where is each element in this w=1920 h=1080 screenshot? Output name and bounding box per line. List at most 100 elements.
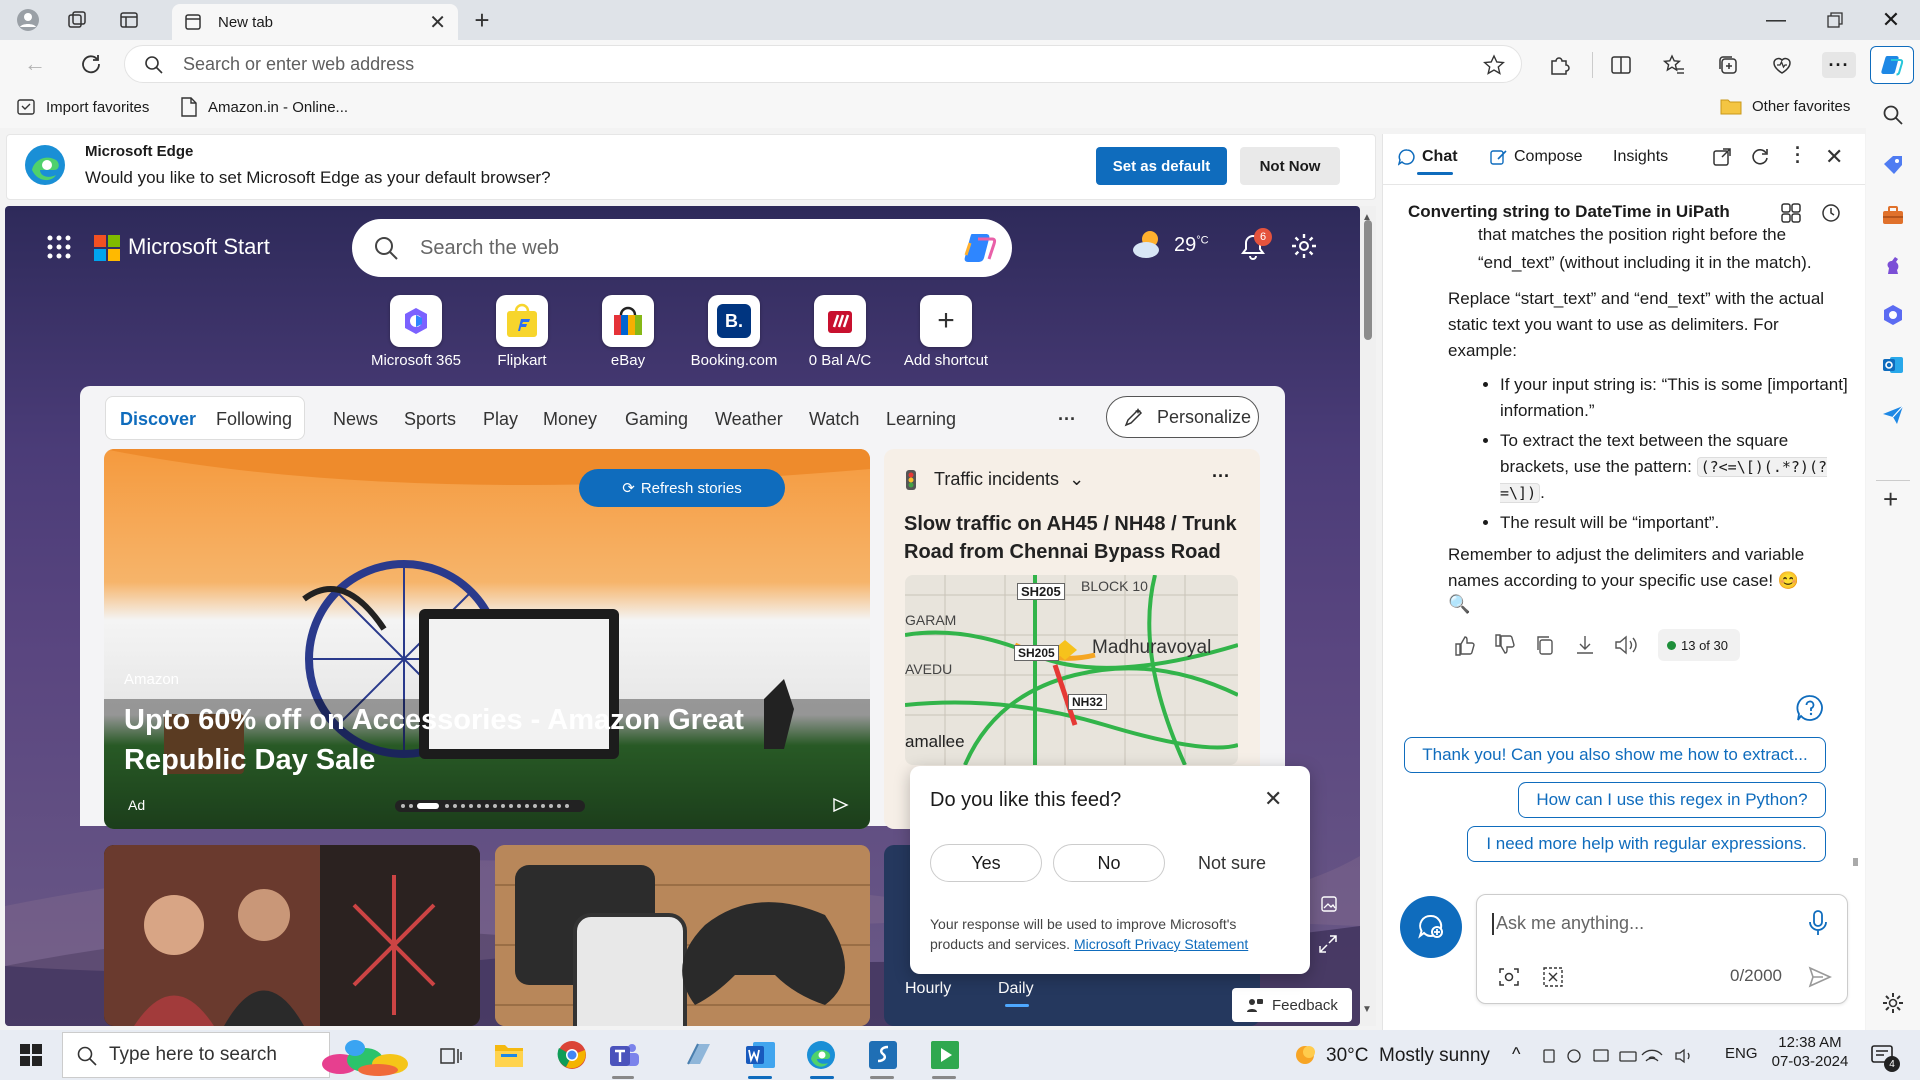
taskbar-search-input[interactable]: Type here to search	[109, 1044, 277, 1066]
weather-cloud-sun-icon[interactable]	[1130, 228, 1166, 260]
suggestion-chip[interactable]: How can I use this regex in Python?	[1518, 782, 1826, 818]
games-chess-icon[interactable]	[1882, 254, 1904, 276]
word-icon[interactable]	[745, 1040, 777, 1070]
personalize-button[interactable]: Personalize	[1106, 396, 1259, 438]
profile-icon[interactable]	[14, 6, 42, 34]
tab-sports[interactable]: Sports	[404, 409, 456, 430]
task-view-icon[interactable]	[440, 1046, 462, 1066]
other-favorites-folder[interactable]: Other favorites	[1720, 97, 1850, 115]
shortcut-0-bal-ac[interactable]	[814, 295, 866, 347]
add-sidebar-app-icon[interactable]: +	[1883, 484, 1898, 515]
favorite-star-icon[interactable]	[1481, 52, 1507, 78]
chrome-icon[interactable]	[557, 1040, 587, 1070]
weather-tab-hourly[interactable]: Hourly	[905, 980, 951, 998]
tab-compose[interactable]: Compose	[1490, 148, 1582, 166]
privacy-statement-link[interactable]: Microsoft Privacy Statement	[1074, 936, 1248, 952]
feed-not-sure-button[interactable]: Not sure	[1176, 844, 1288, 882]
image-icon[interactable]	[1320, 895, 1338, 913]
thumbs-down-icon[interactable]	[1494, 634, 1516, 656]
collections-icon[interactable]	[1714, 52, 1742, 78]
shortcut-ebay[interactable]	[602, 295, 654, 347]
media-player-icon[interactable]	[930, 1040, 960, 1070]
shortcut-flipkart[interactable]	[496, 295, 548, 347]
shopping-tag-icon[interactable]	[1882, 154, 1904, 176]
teams-icon[interactable]	[608, 1040, 640, 1070]
tab-insights[interactable]: Insights	[1613, 148, 1668, 166]
carousel-dots[interactable]	[395, 800, 585, 812]
download-icon[interactable]	[1574, 634, 1596, 656]
weather-sun-icon[interactable]	[1292, 1043, 1318, 1067]
not-now-button[interactable]: Not Now	[1240, 147, 1340, 185]
tab-chat[interactable]: Chat	[1398, 148, 1458, 166]
tools-toolbox-icon[interactable]	[1882, 204, 1904, 226]
traffic-more-button[interactable]: ···	[1212, 466, 1230, 487]
ad-choices-icon[interactable]	[832, 797, 850, 813]
taskbar-weather[interactable]: 30°C Mostly sunny	[1326, 1045, 1490, 1067]
tab-weather[interactable]: Weather	[715, 409, 783, 430]
taskbar-search-box[interactable]: Type here to search	[62, 1032, 330, 1078]
page-scrollbar-thumb[interactable]	[1364, 220, 1372, 340]
refresh-stories-button[interactable]: ⟳ Refresh stories	[579, 469, 785, 507]
open-in-new-tab-icon[interactable]	[1712, 147, 1732, 167]
app-launcher-icon[interactable]	[46, 234, 72, 260]
feedback-button[interactable]: Feedback	[1232, 988, 1352, 1022]
screenshot-icon[interactable]	[1542, 966, 1564, 988]
chat-input[interactable]: Ask me anything...	[1496, 913, 1644, 934]
tab-play[interactable]: Play	[483, 409, 518, 430]
tab-money[interactable]: Money	[543, 409, 597, 430]
show-hidden-icons-chevron-icon[interactable]: ^	[1512, 1044, 1520, 1065]
send-icon[interactable]	[1808, 965, 1832, 989]
copy-icon[interactable]	[1534, 634, 1556, 656]
import-favorites-link[interactable]: Import favorites	[16, 97, 149, 117]
close-tab-icon[interactable]: ✕	[429, 10, 446, 35]
address-input[interactable]: Search or enter web address	[183, 54, 414, 75]
feed-no-button[interactable]: No	[1053, 844, 1165, 882]
image-search-icon[interactable]	[1498, 966, 1520, 988]
set-as-default-button[interactable]: Set as default	[1096, 147, 1227, 185]
tab-learning[interactable]: Learning	[886, 409, 956, 430]
tab-gaming[interactable]: Gaming	[625, 409, 688, 430]
workspaces-icon[interactable]	[64, 8, 90, 32]
traffic-header[interactable]: Traffic incidents ⌄	[934, 469, 1084, 490]
scroll-up-arrow[interactable]: ▲	[1362, 212, 1372, 223]
address-bar[interactable]: Search or enter web address	[124, 45, 1522, 83]
back-button[interactable]: ←	[20, 50, 50, 78]
page-settings-gear-icon[interactable]	[1290, 232, 1318, 260]
suggestion-chip[interactable]: I need more help with regular expression…	[1467, 826, 1826, 862]
drop-send-icon[interactable]	[1882, 404, 1904, 426]
copilot-search-icon[interactable]	[962, 231, 998, 265]
tab-news[interactable]: News	[333, 409, 378, 430]
web-search-box[interactable]: Search the web	[352, 219, 1012, 277]
snipping-tool-icon[interactable]	[684, 1040, 714, 1068]
news-card-wedding[interactable]	[104, 845, 480, 1026]
microphone-icon[interactable]	[1808, 910, 1828, 936]
add-shortcut-button[interactable]: +	[920, 295, 972, 347]
outlook-icon[interactable]	[1882, 354, 1904, 376]
read-aloud-icon[interactable]	[1614, 634, 1640, 656]
vertical-tabs-icon[interactable]	[116, 8, 142, 32]
scroll-down-arrow[interactable]: ▼	[1362, 1004, 1372, 1015]
tab-following[interactable]: Following	[216, 409, 292, 430]
tab-discover[interactable]: Discover	[120, 409, 196, 430]
weather-tab-daily[interactable]: Daily	[998, 980, 1034, 998]
news-card-gaming[interactable]	[495, 845, 870, 1026]
system-tray-icons[interactable]	[1542, 1047, 1702, 1065]
web-search-input[interactable]: Search the web	[420, 237, 559, 260]
restore-button[interactable]	[1817, 6, 1853, 34]
tab-new-tab[interactable]: New tab ✕	[172, 4, 458, 40]
copilot-button[interactable]	[1870, 46, 1914, 84]
sidebar-search-icon[interactable]	[1882, 104, 1904, 126]
feed-yes-button[interactable]: Yes	[930, 844, 1042, 882]
weather-temperature[interactable]: 29°C	[1174, 234, 1209, 257]
more-tabs-button[interactable]: ···	[1058, 409, 1076, 430]
settings-more-button[interactable]: ···	[1822, 52, 1856, 78]
browser-essentials-icon[interactable]	[1768, 52, 1796, 78]
microsoft365-sidebar-icon[interactable]	[1882, 304, 1904, 326]
hero-title[interactable]: Upto 60% off on Accessories - Amazon Gre…	[124, 700, 764, 780]
favorites-icon[interactable]	[1660, 52, 1688, 78]
minimize-button[interactable]: —	[1758, 6, 1794, 34]
close-window-button[interactable]: ✕	[1873, 6, 1909, 34]
shortcut-microsoft365[interactable]	[390, 295, 442, 347]
new-tab-button[interactable]: +	[468, 5, 496, 35]
split-screen-icon[interactable]	[1607, 52, 1635, 78]
